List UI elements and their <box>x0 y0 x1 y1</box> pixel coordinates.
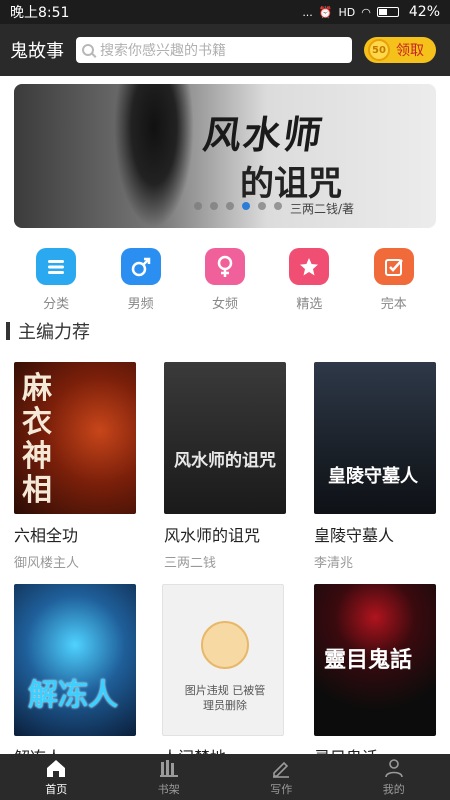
tab-profile[interactable]: 我的 <box>338 754 450 800</box>
section-header: 主编力荐 <box>6 320 90 343</box>
book-cover: 靈目鬼話 <box>314 584 436 736</box>
alarm-icon: ⏰ <box>318 5 333 19</box>
book-card[interactable]: 靈目鬼話 灵目鬼话 <box>314 584 438 774</box>
banner-title: 风水师 <box>200 112 327 157</box>
cover-title: 麻衣神相 <box>22 371 52 508</box>
status-time: 晚上8:51 <box>10 5 70 21</box>
tab-label: 书架 <box>157 782 180 796</box>
category-label: 完本 <box>380 297 407 312</box>
battery-percent: 42% <box>408 4 440 20</box>
pagination-dot[interactable] <box>274 202 282 210</box>
category-row: 分类 男频 女频 精选 完本 <box>0 248 450 312</box>
promo-banner[interactable]: 风水师 的诅咒 三两二钱/著 <box>14 84 436 228</box>
star-icon <box>289 248 330 285</box>
category-featured[interactable]: 精选 <box>274 248 344 312</box>
section-marker <box>6 322 10 340</box>
placeholder-face-icon <box>201 621 249 669</box>
app-title: 鬼故事 <box>10 41 64 62</box>
home-icon <box>47 759 66 777</box>
tab-write[interactable]: 写作 <box>225 754 338 800</box>
book-author: 御风楼主人 <box>14 556 80 571</box>
category-male[interactable]: 男频 <box>106 248 176 312</box>
category-classify[interactable]: 分类 <box>21 248 91 312</box>
signal-dots: ... <box>302 5 313 19</box>
tab-home[interactable]: 首页 <box>0 754 113 800</box>
book-card[interactable]: 风水师的诅咒 风水师的诅咒 三两二钱 <box>164 362 288 571</box>
category-label: 女频 <box>211 297 238 312</box>
book-card[interactable]: 麻衣神相 六相全功 御风楼主人 <box>14 362 138 571</box>
claim-label: 领取 <box>396 43 424 59</box>
check-icon <box>373 248 414 285</box>
female-icon <box>204 248 245 285</box>
tab-label: 首页 <box>45 782 68 796</box>
category-female[interactable]: 女频 <box>190 248 260 312</box>
banner-subtitle: 的诅咒 <box>240 164 342 204</box>
bottom-tab-bar: 首页 书架 写作 我的 <box>0 754 450 800</box>
pagination-dot[interactable] <box>226 202 234 210</box>
search-placeholder: 搜索你感兴趣的书籍 <box>100 43 226 59</box>
banner-author: 三两二钱/著 <box>290 202 355 216</box>
book-author: 三两二钱 <box>164 556 217 571</box>
bookshelf-icon <box>159 759 178 777</box>
status-icons: ... ⏰ HD ◠ 42% <box>302 4 440 20</box>
tab-bookshelf[interactable]: 书架 <box>113 754 226 800</box>
app-header: 鬼故事 搜索你感兴趣的书籍 50 领取 <box>0 24 450 76</box>
category-label: 分类 <box>43 297 70 312</box>
status-bar: 晚上8:51 ... ⏰ HD ◠ 42% <box>0 0 450 24</box>
book-cover: 图片违规 已被管理员删除 <box>162 584 284 736</box>
book-title: 皇陵守墓人 <box>314 526 395 545</box>
pen-icon <box>273 761 290 778</box>
battery-icon <box>376 7 399 17</box>
book-cover: 解冻人 <box>14 584 136 736</box>
cover-title: 解冻人 <box>28 678 118 713</box>
book-card[interactable]: 图片违规 已被管理员删除 人间禁地 <box>162 584 286 774</box>
pagination-dot-active[interactable] <box>242 202 250 210</box>
pagination-dot[interactable] <box>210 202 218 210</box>
banner-figure <box>114 84 194 228</box>
search-icon <box>82 44 94 56</box>
book-title: 六相全功 <box>14 526 79 545</box>
pagination-dot[interactable] <box>258 202 266 210</box>
banner-pagination <box>194 202 282 210</box>
book-card[interactable]: 解冻人 解冻人 <box>14 584 138 774</box>
book-cover: 风水师的诅咒 <box>164 362 286 514</box>
book-author: 李清兆 <box>314 556 354 571</box>
coin-icon: 50 <box>368 39 390 61</box>
claim-coins-button[interactable]: 50 领取 <box>364 37 436 63</box>
section-title: 主编力荐 <box>18 322 90 343</box>
cover-title: 靈目鬼話 <box>324 647 413 673</box>
search-input[interactable]: 搜索你感兴趣的书籍 <box>76 37 352 63</box>
book-title: 风水师的诅咒 <box>164 526 261 545</box>
tab-label: 我的 <box>382 782 405 796</box>
cover-title: 风水师的诅咒 <box>174 451 276 471</box>
male-icon <box>120 248 161 285</box>
cover-title: 皇陵守墓人 <box>328 466 418 487</box>
category-completed[interactable]: 完本 <box>359 248 429 312</box>
wifi-icon: ◠ <box>361 5 371 19</box>
list-icon <box>36 248 77 285</box>
book-cover: 麻衣神相 <box>14 362 136 514</box>
book-cover: 皇陵守墓人 <box>314 362 436 514</box>
user-icon <box>384 758 403 777</box>
category-label: 精选 <box>296 297 323 312</box>
cover-title: 图片违规 已被管理员删除 <box>184 684 266 712</box>
category-label: 男频 <box>127 297 154 312</box>
book-card[interactable]: 皇陵守墓人 皇陵守墓人 李清兆 <box>314 362 438 571</box>
tab-label: 写作 <box>270 782 293 796</box>
hd-label: HD <box>338 5 356 19</box>
pagination-dot[interactable] <box>194 202 202 210</box>
